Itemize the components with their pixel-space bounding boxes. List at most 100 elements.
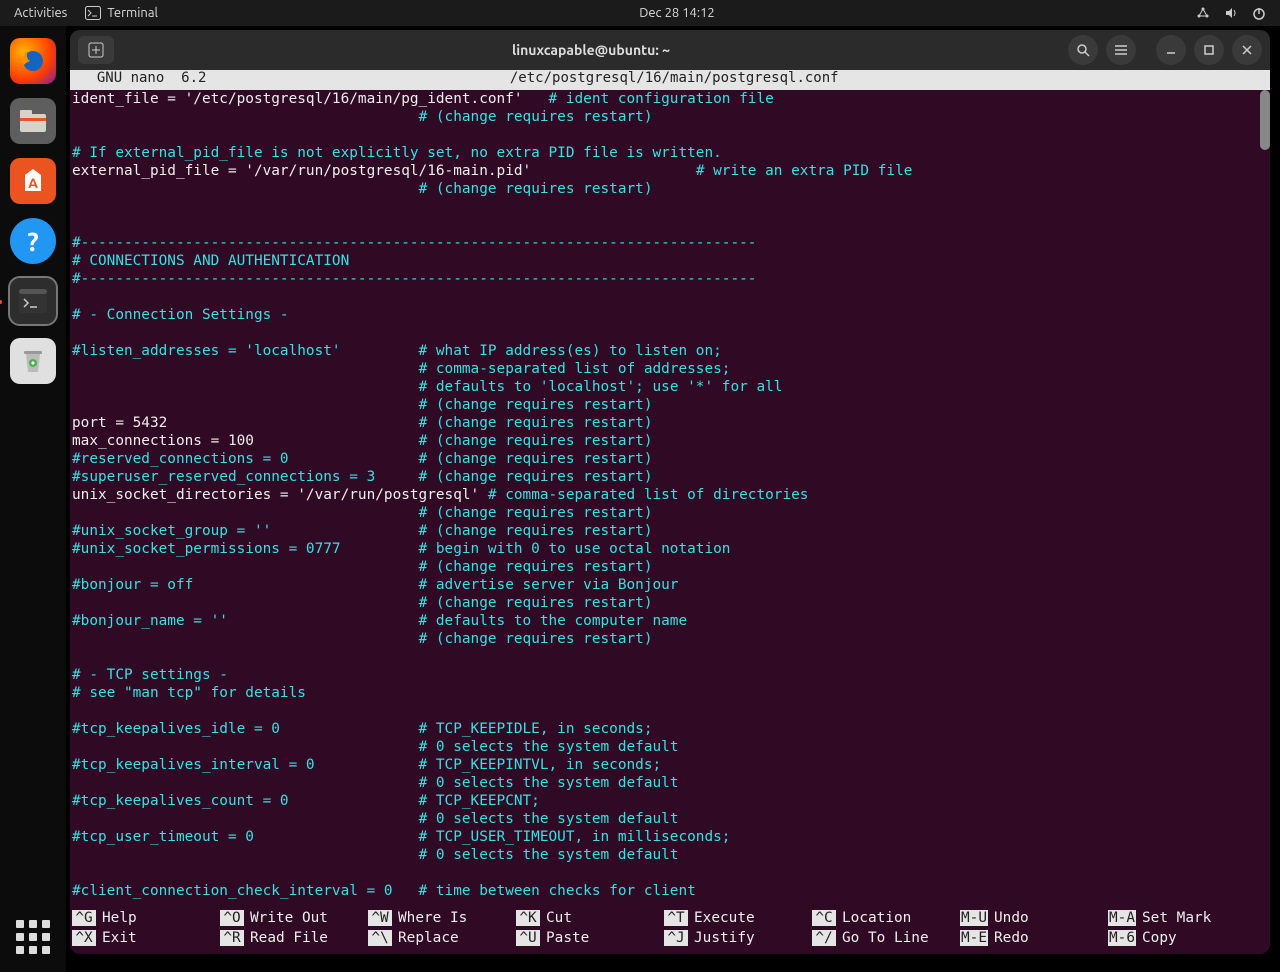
editor-line: # (change requires restart) bbox=[72, 594, 1270, 612]
editor-line: #reserved_connections = 0 # (change requ… bbox=[72, 450, 1270, 468]
editor-line: #tcp_keepalives_count = 0 # TCP_KEEPCNT; bbox=[72, 792, 1270, 810]
editor-line: #unix_socket_group = '' # (change requir… bbox=[72, 522, 1270, 540]
shortcut: ^\ Replace bbox=[368, 928, 516, 948]
titlebar: linuxcapable@ubuntu: ~ bbox=[70, 30, 1270, 70]
editor-line bbox=[72, 702, 1270, 720]
editor-line: # comma-separated list of addresses; bbox=[72, 360, 1270, 378]
shortcut-label: Read File bbox=[250, 930, 328, 946]
shortcut-key: ^K bbox=[516, 910, 540, 926]
shortcut-label: Undo bbox=[994, 910, 1029, 926]
shortcut-key: ^W bbox=[368, 910, 392, 926]
shortcut-key: M-6 bbox=[1108, 930, 1136, 946]
terminal-icon bbox=[85, 6, 101, 20]
shortcut-key: ^U bbox=[516, 930, 540, 946]
editor-line: unix_socket_directories = '/var/run/post… bbox=[72, 486, 1270, 504]
dock-help[interactable]: ? bbox=[10, 218, 56, 264]
shortcut-key: ^C bbox=[812, 910, 836, 926]
editor-line bbox=[72, 864, 1270, 882]
editor-line: # CONNECTIONS AND AUTHENTICATION bbox=[72, 252, 1270, 270]
shortcut-key: M-A bbox=[1108, 910, 1136, 926]
editor-line: #tcp_user_timeout = 0 # TCP_USER_TIMEOUT… bbox=[72, 828, 1270, 846]
shortcut-key: ^G bbox=[72, 910, 96, 926]
gnome-topbar: Activities Terminal Dec 28 14:12 bbox=[0, 0, 1280, 26]
shortcut: ^W Where Is bbox=[368, 908, 516, 928]
show-apps-button[interactable] bbox=[16, 920, 50, 954]
shortcut-key: ^X bbox=[72, 930, 96, 946]
editor-line: external_pid_file = '/var/run/postgresql… bbox=[72, 162, 1270, 180]
close-button[interactable] bbox=[1232, 35, 1262, 65]
shortcut-key: ^R bbox=[220, 930, 244, 946]
editor-line: # 0 selects the system default bbox=[72, 774, 1270, 792]
editor-line: # (change requires restart) bbox=[72, 504, 1270, 522]
activities-button[interactable]: Activities bbox=[14, 6, 67, 20]
editor-line: # (change requires restart) bbox=[72, 108, 1270, 126]
editor-line: #---------------------------------------… bbox=[72, 270, 1270, 288]
nano-shortcuts: ^GHelp^OWrite Out^WWhere Is^KCut^TExecut… bbox=[70, 908, 1270, 948]
dock-firefox[interactable] bbox=[10, 38, 56, 84]
editor-line: # (change requires restart) bbox=[72, 558, 1270, 576]
shortcut: ^R Read File bbox=[220, 928, 368, 948]
clock[interactable]: Dec 28 14:12 bbox=[158, 6, 1196, 20]
shortcut: ^U Paste bbox=[516, 928, 664, 948]
app-menu[interactable]: Terminal bbox=[85, 6, 158, 20]
editor-line: # (change requires restart) bbox=[72, 180, 1270, 198]
shortcut-label: Write Out bbox=[250, 910, 328, 926]
search-button[interactable] bbox=[1068, 35, 1098, 65]
shortcut: M-6Copy bbox=[1108, 928, 1256, 948]
editor-line: max_connections = 100 # (change requires… bbox=[72, 432, 1270, 450]
shortcut-label: Set Mark bbox=[1142, 910, 1211, 926]
minimize-button[interactable] bbox=[1156, 35, 1186, 65]
editor-line: #bonjour_name = '' # defaults to the com… bbox=[72, 612, 1270, 630]
shortcut-key: ^/ bbox=[812, 930, 836, 946]
editor-line bbox=[72, 198, 1270, 216]
menu-button[interactable] bbox=[1106, 35, 1136, 65]
shortcut-label: Where Is bbox=[398, 910, 467, 926]
editor-line bbox=[72, 126, 1270, 144]
shortcut: M-U Undo bbox=[960, 908, 1108, 928]
shortcut-key: M-E bbox=[960, 930, 988, 946]
editor-line: #tcp_keepalives_interval = 0 # TCP_KEEPI… bbox=[72, 756, 1270, 774]
shortcut-label: Paste bbox=[546, 930, 589, 946]
network-icon[interactable] bbox=[1196, 6, 1210, 20]
dock-software[interactable]: A bbox=[10, 158, 56, 204]
nano-filepath: /etc/postgresql/16/main/postgresql.conf bbox=[510, 70, 839, 86]
shortcut: ^/Go To Line bbox=[812, 928, 960, 948]
app-menu-label: Terminal bbox=[107, 6, 158, 20]
dock: A ? bbox=[0, 26, 66, 972]
shortcut: ^JJustify bbox=[664, 928, 812, 948]
dock-terminal[interactable] bbox=[10, 278, 56, 324]
dock-trash[interactable] bbox=[10, 338, 56, 384]
editor-line bbox=[72, 288, 1270, 306]
shortcut: ^OWrite Out bbox=[220, 908, 368, 928]
volume-icon[interactable] bbox=[1224, 6, 1238, 20]
shortcut-label: Replace bbox=[398, 930, 459, 946]
shortcut-label: Exit bbox=[102, 930, 137, 946]
editor-area[interactable]: ident_file = '/etc/postgresql/16/main/pg… bbox=[70, 90, 1270, 908]
editor-line: port = 5432 # (change requires restart) bbox=[72, 414, 1270, 432]
power-icon[interactable] bbox=[1252, 6, 1266, 20]
svg-text:A: A bbox=[28, 175, 38, 191]
maximize-button[interactable] bbox=[1194, 35, 1224, 65]
shortcut: ^C Location bbox=[812, 908, 960, 928]
shortcut-label: Execute bbox=[694, 910, 755, 926]
editor-line: # (change requires restart) bbox=[72, 630, 1270, 648]
shortcut-key: ^T bbox=[664, 910, 688, 926]
shortcut: ^T Execute bbox=[664, 908, 812, 928]
shortcut: ^X Exit bbox=[72, 928, 220, 948]
editor-line: #---------------------------------------… bbox=[72, 234, 1270, 252]
window-title: linuxcapable@ubuntu: ~ bbox=[114, 42, 1068, 58]
shortcut-label: Location bbox=[842, 910, 911, 926]
shortcut-key: M-U bbox=[960, 910, 988, 926]
dock-files[interactable] bbox=[10, 98, 56, 144]
nano-statusbar: GNU nano 6.2 /etc/postgresql/16/main/pos… bbox=[70, 70, 1270, 90]
editor-line: #client_connection_check_interval = 0 # … bbox=[72, 882, 1270, 900]
editor-line: #tcp_keepalives_idle = 0 # TCP_KEEPIDLE,… bbox=[72, 720, 1270, 738]
editor-line: # If external_pid_file is not explicitly… bbox=[72, 144, 1270, 162]
scrollbar-thumb[interactable] bbox=[1260, 90, 1270, 150]
editor-line: #unix_socket_permissions = 0777 # begin … bbox=[72, 540, 1270, 558]
shortcut-key: ^\ bbox=[368, 930, 392, 946]
editor-line: # see "man tcp" for details bbox=[72, 684, 1270, 702]
editor-line: # defaults to 'localhost'; use '*' for a… bbox=[72, 378, 1270, 396]
editor-line: # - TCP settings - bbox=[72, 666, 1270, 684]
new-tab-button[interactable] bbox=[78, 36, 114, 64]
